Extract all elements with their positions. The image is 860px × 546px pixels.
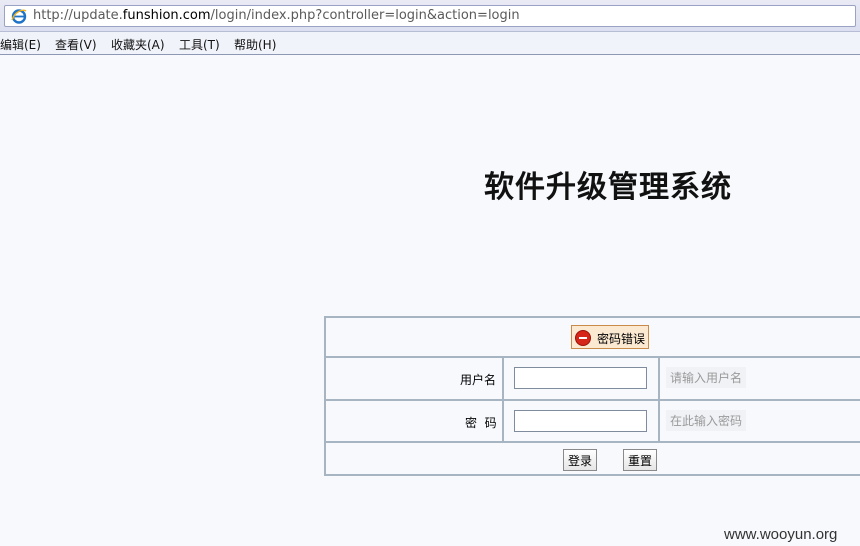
- menu-edit[interactable]: 编辑(E): [0, 36, 41, 53]
- login-button[interactable]: 登录: [563, 449, 598, 471]
- menu-favorites[interactable]: 收藏夹(A): [111, 36, 165, 53]
- error-message-box: 密码错误: [571, 325, 649, 349]
- url-domain: funshion.com: [122, 8, 211, 23]
- menu-tools[interactable]: 工具(T): [179, 36, 220, 53]
- row-divider: [326, 399, 860, 401]
- column-divider: [658, 356, 660, 443]
- username-label: 用户名: [460, 373, 497, 387]
- reset-button[interactable]: 重置: [623, 449, 658, 471]
- url-path: /login/index.php?controller=login&action…: [210, 8, 520, 23]
- url-text[interactable]: http://update.funshion.com/login/index.p…: [33, 8, 520, 23]
- password-label: 密 码: [465, 416, 497, 430]
- login-panel: 密码错误 用户名 请输入用户名 密 码 在此输入密码 登录 重置: [324, 316, 860, 476]
- url-prefix: http://update.: [33, 8, 123, 23]
- error-message: 密码错误: [597, 332, 646, 346]
- row-divider: [326, 441, 860, 443]
- username-input[interactable]: [514, 367, 647, 389]
- error-stop-icon: [575, 330, 591, 346]
- password-input[interactable]: [514, 410, 647, 432]
- menu-view[interactable]: 查看(V): [55, 36, 97, 53]
- page-title: 软件升级管理系统: [484, 170, 732, 205]
- address-bar-area: http://update.funshion.com/login/index.p…: [0, 0, 860, 32]
- address-bar[interactable]: http://update.funshion.com/login/index.p…: [4, 5, 856, 27]
- username-hint: 请输入用户名: [666, 367, 747, 388]
- password-hint: 在此输入密码: [666, 410, 747, 431]
- watermark: www.wooyun.org: [724, 526, 838, 543]
- column-divider: [502, 356, 504, 443]
- row-divider: [326, 356, 860, 358]
- menu-help[interactable]: 帮助(H): [234, 36, 276, 53]
- internet-explorer-icon: [11, 9, 27, 24]
- menu-bar: 编辑(E) 查看(V) 收藏夹(A) 工具(T) 帮助(H): [0, 32, 860, 55]
